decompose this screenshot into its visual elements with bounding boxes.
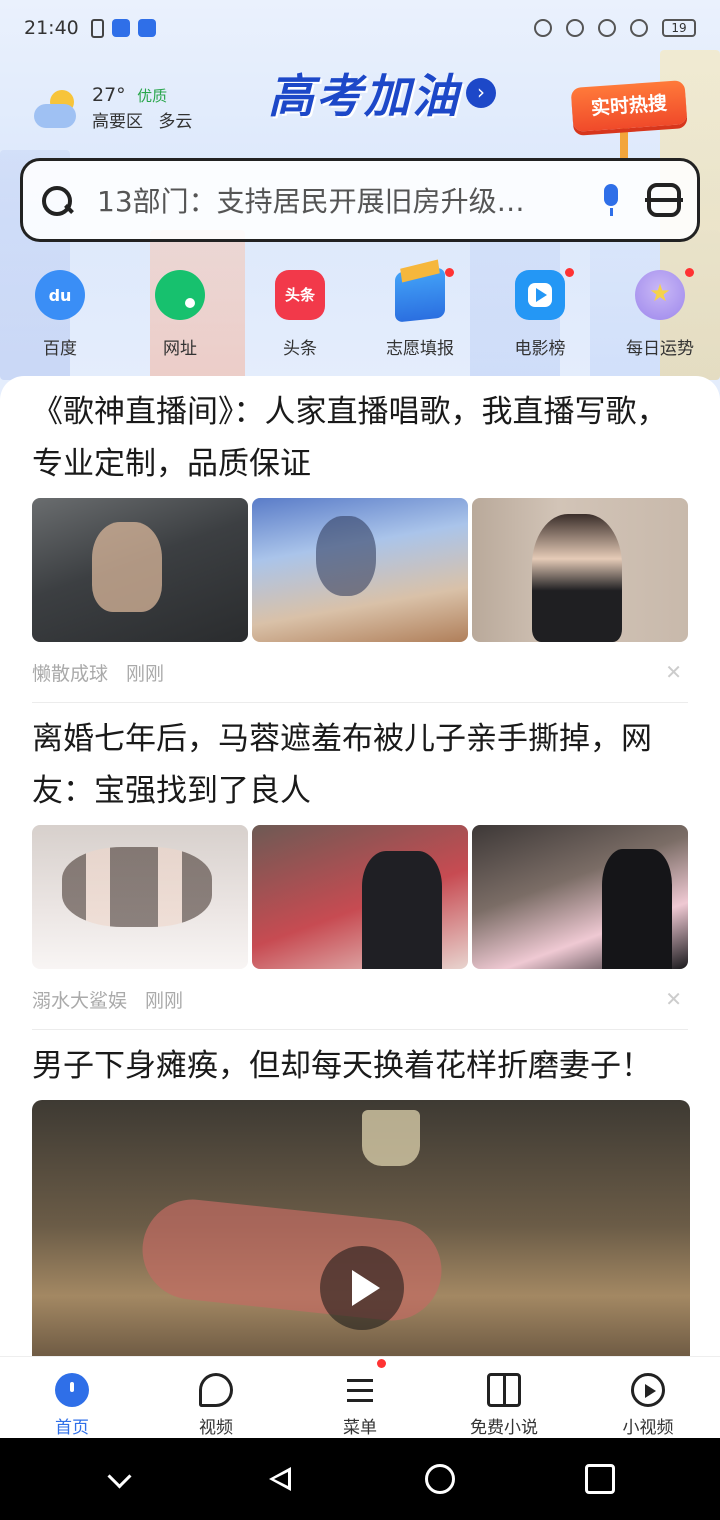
article-image[interactable] bbox=[472, 825, 688, 969]
hide-nav-icon[interactable] bbox=[105, 1464, 135, 1494]
weather-widget[interactable]: 27° 优质 高要区 多云 bbox=[32, 82, 192, 135]
temperature: 27° bbox=[92, 84, 126, 106]
article-title[interactable]: 离婚七年后，马蓉遮羞布被儿子亲手撕掉，网友：宝强找到了良人 bbox=[32, 703, 688, 817]
home-icon bbox=[55, 1373, 89, 1407]
article-image[interactable] bbox=[32, 825, 248, 969]
notification-dot bbox=[685, 268, 694, 277]
article-time: 刚刚 bbox=[126, 662, 165, 685]
notification-dot bbox=[377, 1359, 386, 1368]
feed-article[interactable]: 离婚七年后，马蓉遮羞布被儿子亲手撕掉，网友：宝强找到了良人 溺水大鲨娱 刚刚 ✕ bbox=[32, 703, 688, 1030]
toutiao-icon: 头条 bbox=[275, 270, 325, 320]
shortcut-label: 网址 bbox=[163, 339, 197, 359]
microphone-icon[interactable] bbox=[599, 182, 623, 218]
article-images[interactable] bbox=[32, 825, 688, 969]
graduation-cap-icon bbox=[395, 267, 445, 323]
play-icon[interactable] bbox=[320, 1246, 404, 1330]
notification-dot bbox=[445, 268, 454, 277]
signpost-decoration bbox=[620, 128, 628, 158]
home-button-icon[interactable] bbox=[425, 1464, 455, 1494]
vibrate-icon bbox=[534, 19, 552, 37]
system-navigation-bar bbox=[0, 1438, 720, 1520]
chevron-right-icon: › bbox=[466, 78, 496, 108]
tab-short-video[interactable]: 小视频 bbox=[576, 1357, 720, 1438]
shortcut-movie[interactable]: 电影榜 bbox=[480, 264, 600, 359]
article-source: 懒散成球 bbox=[32, 662, 109, 685]
article-title[interactable]: 《歌神直播间》：人家直播唱歌，我直播写歌，专业定制，品质保证 bbox=[32, 376, 688, 490]
shortcut-url[interactable]: 网址 bbox=[120, 264, 240, 359]
weather-condition: 多云 bbox=[158, 112, 193, 132]
gaokao-banner-logo[interactable]: 高考加油 › bbox=[268, 60, 496, 126]
article-source: 溺水大鲨娱 bbox=[32, 989, 128, 1012]
shortcut-baidu[interactable]: 百度 bbox=[0, 264, 120, 359]
article-image[interactable] bbox=[252, 498, 468, 642]
article-meta: 溺水大鲨娱 刚刚 ✕ bbox=[32, 969, 688, 1029]
tab-novel[interactable]: 免费小说 bbox=[432, 1357, 576, 1438]
notification-dot bbox=[565, 268, 574, 277]
feed-article[interactable]: 《歌神直播间》：人家直播唱歌，我直播写歌，专业定制，品质保证 懒散成球 刚刚 ✕ bbox=[32, 376, 688, 703]
shortcut-toutiao[interactable]: 头条 头条 bbox=[240, 264, 360, 359]
location-icon bbox=[566, 19, 584, 37]
air-quality: 优质 bbox=[137, 87, 168, 105]
shortcut-label: 志愿填报 bbox=[386, 339, 454, 359]
article-title[interactable]: 男子下身瘫痪，但却每天换着花样折磨妻子！ bbox=[32, 1030, 688, 1092]
url-icon bbox=[155, 270, 205, 320]
video-thumbnail[interactable] bbox=[32, 1100, 690, 1356]
search-icon bbox=[39, 183, 73, 217]
tab-menu[interactable]: 菜单 bbox=[288, 1357, 432, 1438]
status-bar: 21:40 19 bbox=[0, 0, 720, 56]
feed-article[interactable]: 男子下身瘫痪，但却每天换着花样折磨妻子！ bbox=[32, 1030, 690, 1356]
news-feed[interactable]: 《歌神直播间》：人家直播唱歌，我直播写歌，专业定制，品质保证 懒散成球 刚刚 ✕… bbox=[0, 376, 720, 1356]
search-bar[interactable]: 13部门：支持居民开展旧房升级… bbox=[20, 158, 700, 242]
movie-icon bbox=[515, 270, 565, 320]
article-image[interactable] bbox=[32, 498, 248, 642]
search-input[interactable]: 13部门：支持居民开展旧房升级… bbox=[97, 180, 579, 220]
book-icon bbox=[487, 1373, 521, 1407]
article-image[interactable] bbox=[252, 825, 468, 969]
shield-icon bbox=[137, 19, 156, 37]
back-icon[interactable] bbox=[265, 1464, 295, 1494]
tab-label: 小视频 bbox=[622, 1418, 674, 1438]
shortcut-label: 百度 bbox=[43, 339, 77, 359]
tab-label: 视频 bbox=[199, 1418, 233, 1438]
shield-icon bbox=[111, 19, 130, 37]
tab-label: 免费小说 bbox=[470, 1418, 538, 1438]
baidu-icon bbox=[35, 270, 85, 320]
recent-apps-icon[interactable] bbox=[585, 1464, 615, 1494]
weather-location: 高要区 bbox=[92, 112, 143, 132]
lamp-decoration bbox=[362, 1110, 420, 1166]
dismiss-icon[interactable]: ✕ bbox=[665, 987, 682, 1011]
video-icon bbox=[199, 1373, 233, 1407]
battery-icon: 19 bbox=[662, 19, 696, 37]
dismiss-icon[interactable]: ✕ bbox=[665, 660, 682, 684]
hot-search-button[interactable]: 实时热搜 bbox=[570, 80, 688, 132]
moon-icon bbox=[598, 19, 616, 37]
logo-text: 高考加油 bbox=[268, 69, 460, 123]
fortune-icon bbox=[635, 270, 685, 320]
shortcut-fortune[interactable]: 每日运势 bbox=[600, 264, 720, 359]
tab-label: 菜单 bbox=[343, 1418, 377, 1438]
wifi-icon bbox=[630, 19, 648, 37]
scan-icon[interactable] bbox=[645, 183, 683, 217]
tab-label: 首页 bbox=[55, 1418, 89, 1438]
bottom-tab-bar: 首页 视频 菜单 免费小说 小视频 bbox=[0, 1356, 720, 1438]
article-time: 刚刚 bbox=[145, 989, 184, 1012]
shortcut-zhiyuan[interactable]: 志愿填报 bbox=[360, 264, 480, 359]
shortcut-label: 每日运势 bbox=[626, 339, 694, 359]
article-meta: 懒散成球 刚刚 ✕ bbox=[32, 642, 688, 702]
shortcut-label: 电影榜 bbox=[514, 339, 566, 359]
article-image[interactable] bbox=[472, 498, 688, 642]
tab-home[interactable]: 首页 bbox=[0, 1357, 144, 1438]
tab-video[interactable]: 视频 bbox=[144, 1357, 288, 1438]
shortcut-grid: 百度 网址 头条 头条 志愿填报 电影榜 每日运势 bbox=[0, 264, 720, 359]
menu-icon bbox=[343, 1373, 377, 1407]
article-images[interactable] bbox=[32, 498, 688, 642]
partly-cloudy-icon bbox=[32, 86, 80, 132]
status-time: 21:40 bbox=[24, 17, 79, 39]
short-video-icon bbox=[631, 1373, 665, 1407]
shortcut-label: 头条 bbox=[283, 339, 317, 359]
alert-icon bbox=[90, 18, 104, 38]
